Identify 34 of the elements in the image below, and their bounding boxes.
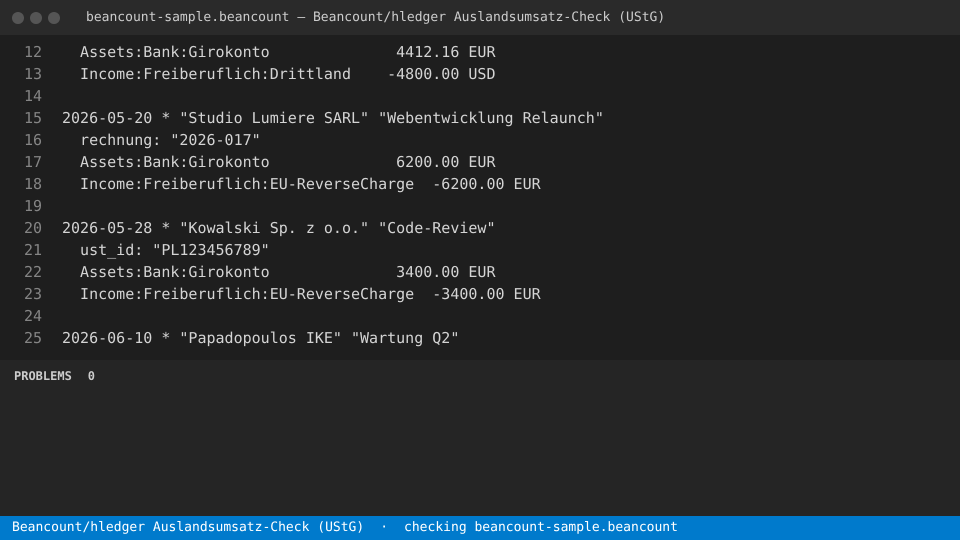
line-number: 13 [22,64,42,85]
line-number: 19 [22,196,42,217]
code-line: rechnung: "2026-017" [79,130,261,151]
line-number: 21 [22,240,42,261]
code-line: Assets:Bank:Girokonto 6200.00 EUR [79,152,496,173]
line-number: 23 [22,284,42,305]
code-line: Income:Freiberuflich:EU-ReverseCharge -6200.00 EUR [79,174,541,195]
line-number: 18 [22,174,42,195]
line-number: 16 [22,130,42,151]
line-number: 22 [22,262,42,283]
line-number: 20 [22,218,42,239]
window-title: beancount-sample.beancount — Beancount/hledger Auslandsumsatz-Check (UStG) [86,8,666,27]
line-number: 14 [22,86,42,107]
code-line: ust_id: "PL123456789" [79,240,270,261]
line-number: 17 [22,152,42,173]
window-control-icon[interactable] [48,12,60,24]
line-number: 12 [22,42,42,63]
line-number: 25 [22,328,42,349]
line-number: 15 [22,108,42,129]
code-line: Assets:Bank:Girokonto 4412.16 EUR [79,42,496,63]
line-number: 24 [22,306,42,327]
window-control-icon[interactable] [30,12,42,24]
status-text: Beancount/hledger Auslandsumsatz-Check (UStG) [12,519,364,538]
code-line: 2026-05-20 * "Studio Lumiere SARL" "Webentwicklung Relaunch" [62,108,604,129]
code-line: 2026-06-10 * "Papadopoulos IKE" "Wartung Q2" [62,328,460,349]
code-line: Income:Freiberuflich:Drittland -4800.00 USD [79,64,496,85]
status-text: · [380,519,388,538]
panel-title[interactable]: PROBLEMS [14,367,72,385]
code-line: Assets:Bank:Girokonto 3400.00 EUR [79,262,496,283]
window-control-icon[interactable] [12,12,24,24]
code-line: Income:Freiberuflich:EU-ReverseCharge -3400.00 EUR [79,284,541,305]
problem-count: 0 [88,368,96,385]
status-text: checking beancount-sample.beancount [404,519,678,538]
code-line: 2026-05-28 * "Kowalski Sp. z o.o." "Code-Review" [62,218,496,239]
